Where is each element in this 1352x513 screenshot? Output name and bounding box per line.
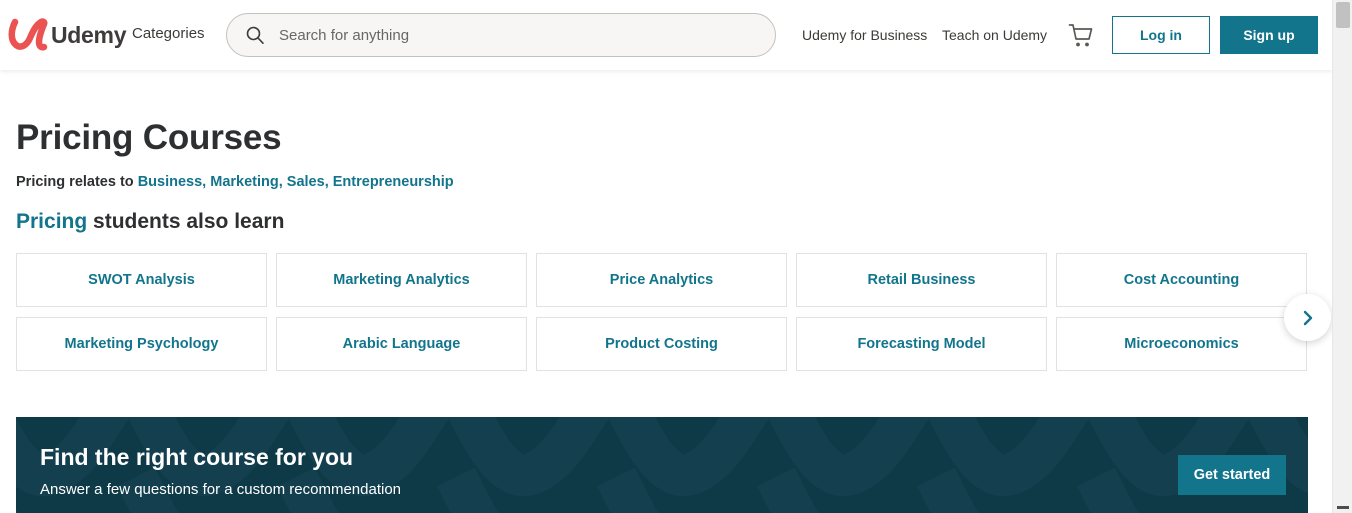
page-content: Udemy Categories Udemy for Business Teac… xyxy=(0,0,1332,513)
nav-teach-on-udemy[interactable]: Teach on Udemy xyxy=(942,27,1047,43)
carousel-next-button[interactable] xyxy=(1284,294,1331,341)
related-link-marketing[interactable]: Marketing xyxy=(210,174,279,190)
site-header: Udemy Categories Udemy for Business Teac… xyxy=(0,0,1332,70)
promo-subtitle: Answer a few questions for a custom reco… xyxy=(40,481,402,498)
topic-chip[interactable]: Marketing Analytics xyxy=(276,253,527,307)
students-also-learn-heading: Pricing students also learn xyxy=(16,210,284,234)
login-button[interactable]: Log in xyxy=(1112,16,1210,54)
scrollbar-down-arrow[interactable] xyxy=(1337,506,1349,509)
udemy-logo[interactable]: Udemy xyxy=(8,14,127,56)
related-link-business[interactable]: Business xyxy=(138,174,202,190)
related-link-sales[interactable]: Sales xyxy=(287,174,325,190)
related-link-entrepreneurship[interactable]: Entrepreneurship xyxy=(333,174,454,190)
shopping-cart-button[interactable] xyxy=(1068,23,1094,49)
related-topics-grid: SWOT Analysis Marketing Analytics Price … xyxy=(16,253,1308,371)
also-learn-topic: Pricing xyxy=(16,210,88,233)
topic-chip[interactable]: SWOT Analysis xyxy=(16,253,267,307)
search-input[interactable] xyxy=(279,26,719,44)
related-categories-line: Pricing relates to Business, Marketing, … xyxy=(16,174,454,190)
scrollbar-thumb[interactable] xyxy=(1336,2,1350,28)
promo-title: Find the right course for you xyxy=(40,444,354,470)
topic-chip[interactable]: Product Costing xyxy=(536,317,787,371)
topic-chip[interactable]: Marketing Psychology xyxy=(16,317,267,371)
also-learn-rest: students also learn xyxy=(87,210,285,233)
topic-chip[interactable]: Price Analytics xyxy=(536,253,787,307)
shopping-cart-icon xyxy=(1068,24,1093,47)
browser-viewport: Udemy Categories Udemy for Business Teac… xyxy=(0,0,1352,513)
signup-button[interactable]: Sign up xyxy=(1220,16,1318,54)
search-bar[interactable] xyxy=(226,13,776,57)
nav-udemy-for-business[interactable]: Udemy for Business xyxy=(802,27,927,43)
chevron-right-icon xyxy=(1303,310,1312,325)
promo-banner: Find the right course for you Answer a f… xyxy=(16,417,1308,513)
relates-prefix: Pricing relates to xyxy=(16,174,138,190)
udemy-u-logo-icon xyxy=(8,18,48,51)
get-started-button[interactable]: Get started xyxy=(1178,455,1286,495)
topic-chip[interactable]: Forecasting Model xyxy=(796,317,1047,371)
topic-chip[interactable]: Retail Business xyxy=(796,253,1047,307)
logo-wordmark: Udemy xyxy=(51,21,127,48)
topic-chip[interactable]: Cost Accounting xyxy=(1056,253,1307,307)
search-icon xyxy=(246,26,264,45)
page-title: Pricing Courses xyxy=(16,118,282,157)
categories-nav-item[interactable]: Categories xyxy=(132,25,205,42)
vertical-scrollbar[interactable] xyxy=(1332,0,1352,513)
topic-chip[interactable]: Microeconomics xyxy=(1056,317,1307,371)
topic-chip[interactable]: Arabic Language xyxy=(276,317,527,371)
